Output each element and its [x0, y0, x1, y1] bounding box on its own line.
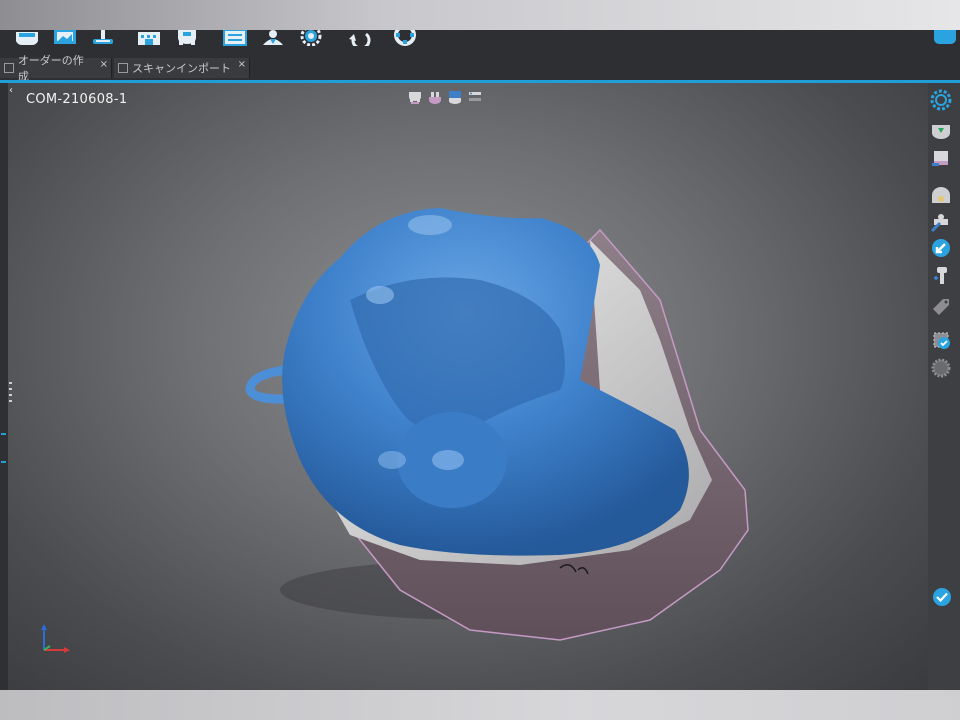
- model-icon[interactable]: [174, 30, 200, 48]
- chip-check-icon[interactable]: [929, 328, 953, 352]
- jaw-icon[interactable]: [929, 186, 953, 210]
- left-panel-marker: [1, 433, 6, 435]
- cad-application-window: オーダーの作成 × スキャンインポート × ‹ COM-210608-1: [0, 30, 960, 690]
- view-mode-toolbar: [406, 88, 483, 105]
- implant-icon[interactable]: [929, 264, 953, 288]
- building-icon[interactable]: [136, 30, 162, 48]
- confirm-check-button[interactable]: [930, 585, 954, 609]
- scanner-icon[interactable]: [14, 30, 40, 48]
- main-toolbar: [0, 30, 960, 56]
- tag-icon[interactable]: [929, 294, 953, 318]
- orientation-axis-indicator: [41, 624, 70, 653]
- check-circle-icon: [933, 588, 951, 606]
- left-panel-marker: [1, 461, 6, 463]
- operator-icon[interactable]: [260, 30, 286, 48]
- image-import-icon[interactable]: [52, 30, 78, 48]
- close-icon[interactable]: ×: [238, 59, 246, 70]
- stand-icon[interactable]: [90, 30, 116, 48]
- 3d-viewport[interactable]: [8, 83, 928, 690]
- tab-bar: オーダーの作成 × スキャンインポート ×: [0, 54, 960, 83]
- lifebuoy-icon[interactable]: [392, 30, 418, 48]
- close-icon[interactable]: ×: [100, 59, 108, 70]
- impression-tray-icon[interactable]: [929, 118, 953, 142]
- left-panel-collapsed[interactable]: [0, 83, 8, 690]
- checklist-icon[interactable]: [222, 30, 248, 48]
- scan-import-icon: [118, 63, 128, 73]
- undo-icon[interactable]: [346, 30, 372, 48]
- arrow-zoom-icon[interactable]: [929, 236, 953, 260]
- panel-toggle-button[interactable]: [934, 30, 956, 44]
- collapse-panel-arrow[interactable]: ‹: [9, 85, 13, 96]
- layers-view-icon[interactable]: [466, 88, 483, 105]
- chip-icon[interactable]: [929, 356, 953, 380]
- chevron-left-icon: ‹: [9, 85, 13, 96]
- tab-scan-import[interactable]: スキャンインポート ×: [114, 58, 250, 78]
- settings-gear-icon[interactable]: [929, 88, 953, 112]
- tab-label: スキャンインポート: [132, 62, 231, 75]
- panel-resize-handle[interactable]: [9, 382, 12, 404]
- tab-create-order[interactable]: オーダーの作成 ×: [0, 54, 112, 83]
- upper-jaw-view-icon[interactable]: [406, 88, 423, 105]
- slide-bottom-border: [0, 690, 960, 720]
- crown-edit-icon[interactable]: [929, 210, 953, 234]
- order-form-icon: [4, 63, 14, 73]
- case-id-label: COM-210608-1: [26, 92, 128, 107]
- settings-gear-icon[interactable]: [298, 30, 324, 48]
- scan-model-icon[interactable]: [929, 146, 953, 170]
- occlusion-view-icon[interactable]: [446, 88, 463, 105]
- slide-top-border: [0, 0, 960, 30]
- lower-jaw-view-icon[interactable]: [426, 88, 443, 105]
